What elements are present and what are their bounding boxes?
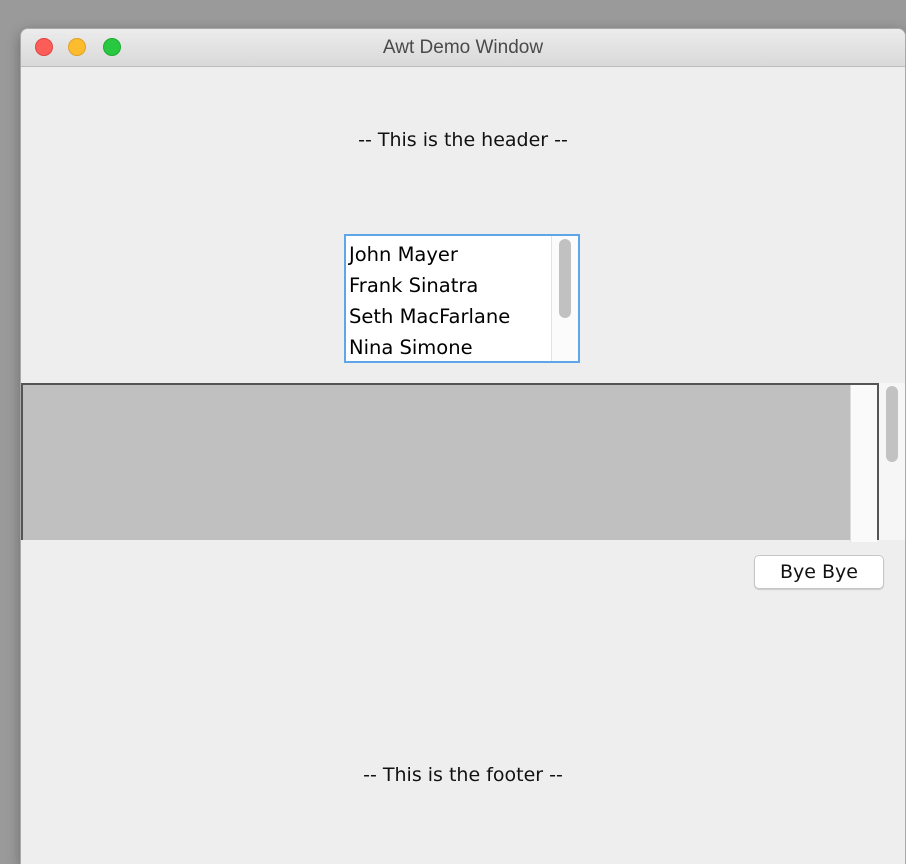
list-item[interactable]: Nina Simone xyxy=(349,332,554,361)
text-area-scrollbar[interactable] xyxy=(850,385,877,542)
list-scrollbar[interactable] xyxy=(551,236,578,361)
app-window: Awt Demo Window -- This is the header --… xyxy=(21,29,905,864)
list-items: John Mayer Frank Sinatra Seth MacFarlane… xyxy=(349,239,554,361)
footer-label: -- This is the footer -- xyxy=(363,764,563,786)
text-area[interactable] xyxy=(21,383,879,542)
list-scroll-thumb[interactable] xyxy=(559,239,571,318)
list-item[interactable]: Seth MacFarlane xyxy=(349,301,554,332)
header-label: -- This is the header -- xyxy=(358,129,568,151)
title-bar[interactable]: Awt Demo Window xyxy=(21,29,905,67)
list-item[interactable]: Frank Sinatra xyxy=(349,270,554,301)
list-item[interactable]: John Mayer xyxy=(349,239,554,270)
desktop: Awt Demo Window -- This is the header --… xyxy=(0,0,906,864)
names-list[interactable]: John Mayer Frank Sinatra Seth MacFarlane… xyxy=(344,234,580,363)
vertical-scroll-thumb[interactable] xyxy=(886,386,898,462)
bye-bye-button[interactable]: Bye Bye xyxy=(754,555,884,589)
vertical-scrollbar[interactable] xyxy=(879,383,905,540)
window-title: Awt Demo Window xyxy=(382,37,544,58)
